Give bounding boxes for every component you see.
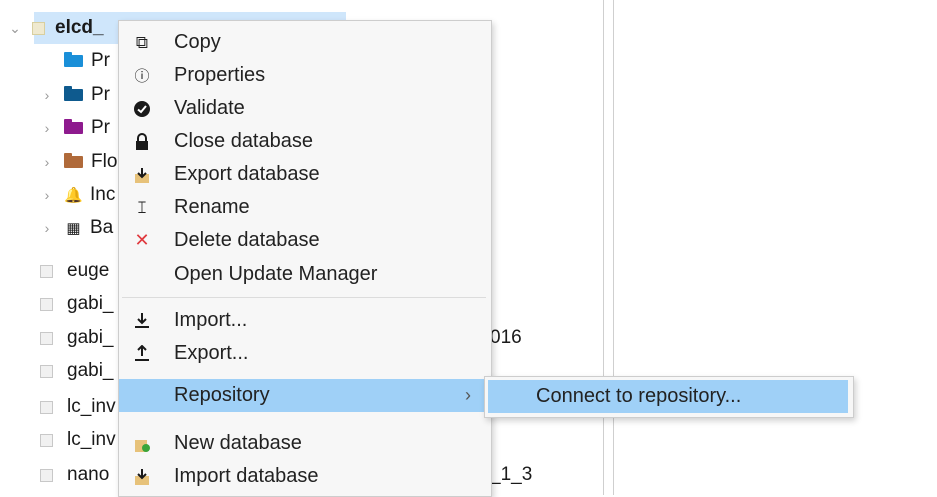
database-icon [40, 297, 53, 311]
new-database-icon [131, 433, 153, 455]
chevron-right-icon[interactable]: › [40, 120, 54, 136]
delete-icon: ✕ [134, 230, 150, 250]
export-database-icon [131, 164, 153, 186]
context-menu: ⧉ Copy ⓘ Properties Validate Close datab… [118, 20, 492, 497]
menu-item-repository[interactable]: Repository › [119, 379, 489, 412]
menu-item-label: Rename [174, 196, 250, 218]
chevron-right-icon: › [465, 385, 471, 405]
menu-item-connect-to-repository[interactable]: Connect to repository... [488, 380, 848, 413]
menu-item-label: Import database [174, 465, 319, 487]
menu-item-export[interactable]: Export... [119, 337, 489, 370]
tree-item-label: Ba [90, 217, 114, 238]
tree-item-label: Inc [90, 184, 116, 205]
chevron-right-icon[interactable]: › [40, 87, 54, 103]
tree-item-label: Pr [91, 117, 110, 138]
database-icon [40, 364, 53, 378]
repository-submenu: Connect to repository... [484, 376, 854, 418]
menu-item-label: Repository [174, 384, 270, 406]
database-icon [40, 400, 53, 414]
folder-icon [64, 119, 83, 134]
menu-item-properties[interactable]: ⓘ Properties [119, 59, 489, 92]
bell-icon: 🔔 [64, 187, 83, 204]
menu-item-import[interactable]: Import... [119, 304, 489, 337]
menu-item-copy[interactable]: ⧉ Copy [119, 26, 489, 59]
database-icon [40, 264, 53, 278]
menu-item-label: Close database [174, 130, 313, 152]
menu-item-export-database[interactable]: Export database [119, 158, 489, 191]
tree-item[interactable]: Pr [64, 47, 110, 75]
menu-item-validate[interactable]: Validate [119, 92, 489, 125]
menu-item-delete-database[interactable]: ✕ Delete database [119, 224, 489, 257]
menu-item-label: Export... [174, 342, 249, 364]
menu-item-open-update-manager[interactable]: Open Update Manager [119, 258, 489, 291]
tree-item[interactable]: › Pr [40, 114, 110, 142]
tree-item[interactable]: › ▦ Ba [40, 214, 114, 242]
menu-item-label: Connect to repository... [536, 385, 742, 407]
database-label: lc_inv [67, 396, 116, 417]
database-label: euge [67, 260, 110, 281]
chevron-right-icon[interactable]: › [40, 154, 54, 170]
database-row[interactable]: lc_inv [40, 393, 116, 421]
info-icon: ⓘ [134, 68, 150, 85]
chevron-right-icon[interactable]: › [40, 220, 54, 236]
panel-divider[interactable] [603, 0, 604, 495]
menu-item-label: Copy [174, 31, 221, 53]
menu-item-label: New database [174, 432, 302, 454]
tree-root-label: elcd_ [55, 17, 104, 38]
folder-icon [64, 153, 83, 168]
folder-icon [64, 52, 83, 67]
chevron-right-icon[interactable]: › [40, 187, 54, 203]
import-database-icon [131, 466, 153, 488]
menu-item-label: Properties [174, 64, 266, 86]
database-label: gabi_ [67, 360, 114, 381]
menu-item-close-database[interactable]: Close database [119, 125, 489, 158]
database-label-suffix: 016 [490, 327, 522, 348]
database-row[interactable]: nano [40, 461, 109, 489]
tree-item-label: Pr [91, 50, 110, 71]
database-icon [40, 468, 53, 482]
tree-item[interactable]: › Pr [40, 81, 110, 109]
tree-item-label: Flo [91, 151, 118, 172]
export-icon [131, 343, 153, 365]
menu-item-label: Export database [174, 163, 320, 185]
menu-item-import-database[interactable]: Import database [119, 460, 489, 493]
tree-root-row[interactable]: ⌄ elcd_ [8, 14, 104, 42]
import-icon [131, 310, 153, 332]
panel-divider [613, 0, 614, 495]
tree-item[interactable]: › 🔔 Inc [40, 181, 116, 209]
database-label: gabi_ [67, 327, 114, 348]
menu-item-new-database[interactable]: New database [119, 427, 489, 460]
grid-icon: ▦ [66, 220, 81, 237]
database-label-suffix: _1_3 [490, 464, 533, 485]
check-circle-icon [131, 98, 153, 120]
database-label: lc_inv [67, 429, 116, 450]
copy-icon: ⧉ [135, 32, 149, 52]
database-icon [40, 433, 53, 447]
menu-item-label: Delete database [174, 229, 320, 251]
menu-item-rename[interactable]: 𝙸 Rename [119, 191, 489, 224]
menu-item-label: Validate [174, 97, 245, 119]
menu-item-label: Open Update Manager [174, 263, 378, 285]
database-row[interactable]: lc_inv [40, 426, 116, 454]
tree-item[interactable]: › Flo [40, 148, 118, 176]
menu-separator [122, 297, 486, 298]
database-icon [32, 21, 45, 35]
expand-arrow-icon[interactable]: ⌄ [8, 20, 22, 37]
database-label: gabi_ [67, 293, 114, 314]
database-row[interactable]: gabi_ [40, 324, 114, 352]
menu-item-label: Import... [174, 309, 248, 331]
database-label: nano [67, 464, 110, 485]
folder-icon [64, 86, 83, 101]
database-row[interactable]: euge [40, 257, 109, 285]
database-row[interactable]: gabi_ [40, 290, 114, 318]
rename-icon: 𝙸 [136, 197, 148, 217]
database-row[interactable]: gabi_ [40, 357, 114, 385]
tree-item-label: Pr [91, 84, 110, 105]
database-icon [40, 331, 53, 345]
lock-icon [131, 131, 153, 153]
